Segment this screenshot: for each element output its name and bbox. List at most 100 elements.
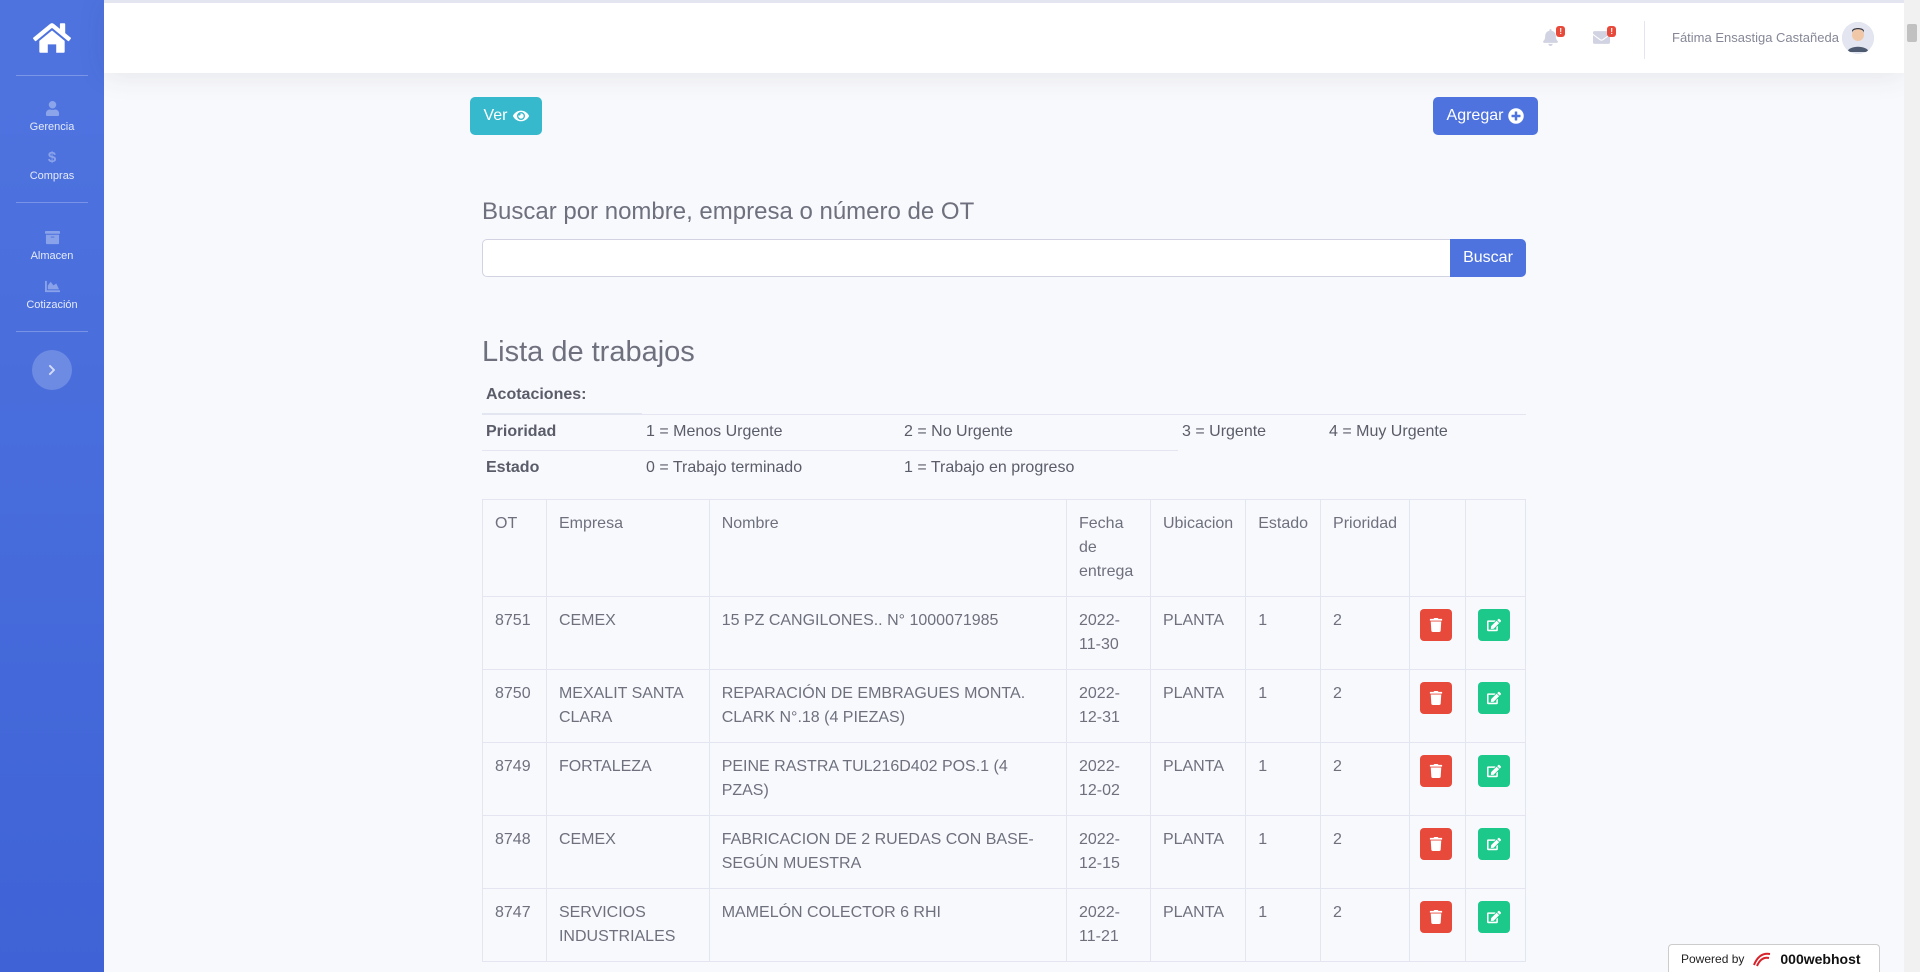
edit-button[interactable] xyxy=(1478,755,1510,787)
home-icon xyxy=(33,22,71,53)
priority-value: 4 = Muy Urgente xyxy=(1329,423,1448,440)
delete-button[interactable] xyxy=(1420,609,1453,641)
sidebar-item-label: Almacen xyxy=(30,250,74,262)
trash-icon xyxy=(1429,910,1443,924)
search-title: Buscar por nombre, empresa o número de O… xyxy=(482,198,975,225)
cell-empresa: CEMEX xyxy=(545,815,710,889)
search-input[interactable] xyxy=(482,239,1451,277)
edit-button[interactable] xyxy=(1478,682,1510,714)
status-label: Estado xyxy=(486,459,540,476)
cell-estado: 1 xyxy=(1245,888,1322,962)
edit-button[interactable] xyxy=(1478,901,1510,933)
powered-by-badge[interactable]: Powered by 000webhost xyxy=(1668,944,1880,972)
edit-button[interactable] xyxy=(1478,609,1510,641)
cell-estado: 1 xyxy=(1245,815,1322,889)
cell-ubicacion: PLANTA xyxy=(1149,669,1247,743)
cell-fecha: 2022-12-31 xyxy=(1066,669,1151,743)
delete-button[interactable] xyxy=(1420,755,1453,787)
user-name[interactable]: Fátima Ensastiga Castañeda xyxy=(1672,30,1839,45)
alerts-button[interactable]: ! xyxy=(1542,26,1565,47)
chart-area-icon xyxy=(44,278,60,294)
sidebar-item-label: Cotización xyxy=(26,299,78,311)
webhost-logo-icon xyxy=(1753,952,1771,966)
cell-edit xyxy=(1465,742,1526,816)
powered-brand: 000webhost xyxy=(1780,950,1861,967)
buscar-button[interactable]: Buscar xyxy=(1450,239,1526,277)
box-icon xyxy=(44,229,60,245)
cell-nombre: PEINE RASTRA TUL216D402 POS.1 (4 PZAS) xyxy=(708,742,1068,816)
brand-link[interactable] xyxy=(0,0,104,75)
cell-empresa: FORTALEZA xyxy=(545,742,710,816)
column-header: Empresa xyxy=(545,499,710,597)
cell-delete xyxy=(1409,742,1466,816)
delete-button[interactable] xyxy=(1420,682,1453,714)
plus-circle-icon xyxy=(1508,108,1525,124)
sidebar-item-compras[interactable]: $ Compras xyxy=(0,145,104,194)
sidebar-item-almacen[interactable]: Almacen xyxy=(0,217,104,274)
sidebar-divider xyxy=(16,331,88,332)
cell-estado: 1 xyxy=(1245,596,1322,670)
cell-empresa: MEXALIT SANTA CLARA xyxy=(545,669,710,743)
table-row: 8747 SERVICIOS INDUSTRIALES MAMELÓN COLECT… xyxy=(482,888,1526,962)
edit-button[interactable] xyxy=(1478,828,1510,860)
table-body: 8751 CEMEX 15 PZ CANGILONES.. N° 100007198… xyxy=(482,596,1526,962)
cell-prioridad: 2 xyxy=(1320,669,1411,743)
messages-button[interactable]: ! xyxy=(1593,26,1616,47)
scrollbar-thumb[interactable] xyxy=(1907,24,1917,42)
ver-button[interactable]: Ver xyxy=(470,97,542,135)
messages-badge: ! xyxy=(1607,26,1616,37)
status-value: 0 = Trabajo terminado xyxy=(646,459,803,476)
cell-prioridad: 2 xyxy=(1320,815,1411,889)
sidebar-toggle-button[interactable] xyxy=(32,350,72,390)
trash-icon xyxy=(1429,837,1443,851)
column-header: Nombre xyxy=(708,499,1068,597)
column-header-actions xyxy=(1409,499,1466,597)
priority-value: 3 = Urgente xyxy=(1182,423,1267,440)
dollar-icon: $ xyxy=(47,148,57,166)
cell-nombre: FABRICACION DE 2 RUEDAS CON BASE-SEGÚN M… xyxy=(708,815,1068,889)
cell-prioridad: 2 xyxy=(1320,596,1411,670)
edit-icon xyxy=(1487,837,1501,851)
page-scrollbar[interactable] xyxy=(1904,0,1920,972)
cell-delete xyxy=(1409,596,1466,670)
delete-button[interactable] xyxy=(1420,901,1453,933)
ver-button-label: Ver xyxy=(483,107,508,124)
edit-icon xyxy=(1487,691,1501,705)
cell-ubicacion: PLANTA xyxy=(1149,815,1247,889)
avatar-image xyxy=(1842,22,1874,54)
cell-edit xyxy=(1465,669,1526,743)
priority-label: Prioridad xyxy=(486,423,557,440)
cell-delete xyxy=(1409,669,1466,743)
agregar-button[interactable]: Agregar xyxy=(1433,97,1538,135)
column-header: Estado xyxy=(1245,499,1322,597)
powered-prefix: Powered by xyxy=(1681,951,1745,966)
cell-ubicacion: PLANTA xyxy=(1149,596,1247,670)
cell-edit xyxy=(1465,596,1526,670)
table-header-row: OT Empresa Nombre Fecha de entrega Ubica… xyxy=(482,499,1526,597)
avatar[interactable] xyxy=(1842,22,1874,54)
column-header-actions xyxy=(1465,499,1526,597)
table-row: 8749 FORTALEZA PEINE RASTRA TUL216D402 POS… xyxy=(482,742,1526,816)
column-header: Ubicacion xyxy=(1149,499,1247,597)
cell-fecha: 2022-11-21 xyxy=(1066,888,1151,962)
alerts-badge: ! xyxy=(1556,26,1565,37)
delete-button[interactable] xyxy=(1420,828,1453,860)
trash-icon xyxy=(1429,764,1443,778)
list-title: Lista de trabajos xyxy=(482,336,695,368)
jobs-table: OT Empresa Nombre Fecha de entrega Ubica… xyxy=(482,499,1526,962)
cell-ot: 8751 xyxy=(482,596,547,670)
column-header: Fecha de entrega xyxy=(1066,499,1151,597)
column-header: OT xyxy=(482,499,547,597)
notes-header: Acotaciones: xyxy=(486,386,587,403)
user-icon xyxy=(44,100,60,116)
cell-delete xyxy=(1409,815,1466,889)
sidebar-item-cotizacion[interactable]: Cotización xyxy=(0,274,104,323)
cell-nombre: 15 PZ CANGILONES.. N° 1000071985 xyxy=(708,596,1068,670)
cell-edit xyxy=(1465,815,1526,889)
cell-estado: 1 xyxy=(1245,742,1322,816)
eye-icon xyxy=(512,110,529,122)
trash-icon xyxy=(1429,691,1443,705)
sidebar-item-gerencia[interactable]: Gerencia xyxy=(0,88,104,145)
cell-ubicacion: PLANTA xyxy=(1149,888,1247,962)
cell-estado: 1 xyxy=(1245,669,1322,743)
